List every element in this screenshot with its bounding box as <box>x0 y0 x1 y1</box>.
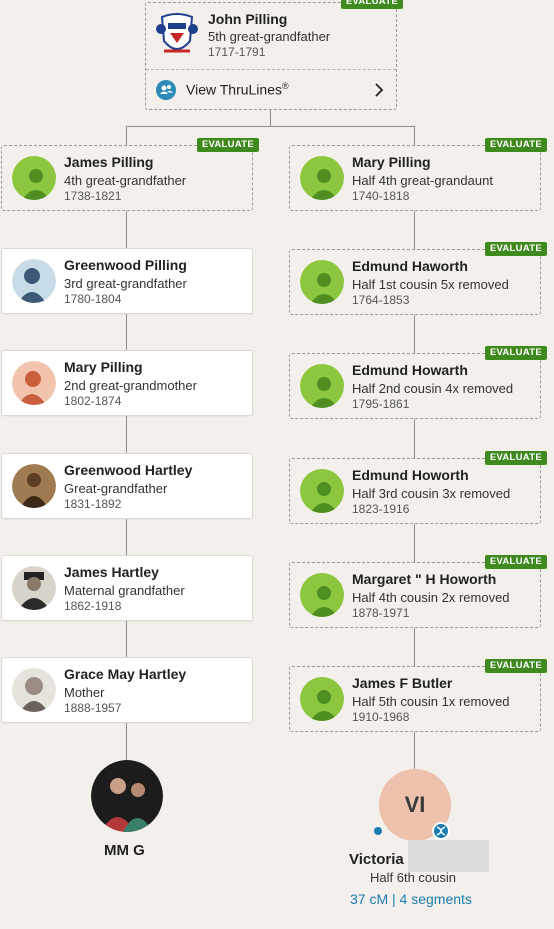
photo-avatar <box>12 464 56 508</box>
female-silhouette-avatar <box>12 361 56 405</box>
connector <box>126 126 127 145</box>
person-name: James Hartley <box>64 564 159 580</box>
thrulines-text: View ThruLines <box>186 81 282 98</box>
registered-mark: ® <box>281 81 289 91</box>
person-years: 1878-1971 <box>352 606 410 620</box>
relative-card[interactable]: EVALUATE Edmund Haworth Half 1st cousin … <box>289 242 547 315</box>
dna-icon <box>432 822 450 840</box>
evaluate-badge[interactable]: EVALUATE <box>484 138 547 152</box>
person-name: Mary Pilling <box>352 154 431 170</box>
relative-card[interactable]: EVALUATE Edmund Howarth Half 2nd cousin … <box>289 346 547 419</box>
ancestor-card[interactable]: Greenwood Hartley Great-grandfather 1831… <box>1 453 253 519</box>
person-name: James Pilling <box>64 154 154 170</box>
person-name: Edmund Howorth <box>352 467 469 483</box>
person-name: Mary Pilling <box>64 359 143 375</box>
evaluate-badge[interactable]: EVALUATE <box>484 555 547 569</box>
person-relationship: 3rd great-grandfather <box>64 276 187 291</box>
person-relationship: Half 4th great-grandaunt <box>352 173 493 188</box>
ancestor-card[interactable]: Grace May Hartley Mother 1888-1957 <box>1 657 253 723</box>
match-relationship: Half 6th cousin <box>370 870 456 885</box>
ancestor-card[interactable]: Mary Pilling 2nd great-grandmother 1802-… <box>1 350 253 416</box>
person-years: 1740-1818 <box>352 189 410 203</box>
redacted-surname <box>408 840 489 872</box>
leaf-hint-icon <box>12 156 56 200</box>
person-years: 1738-1821 <box>64 189 122 203</box>
person-name: James F Butler <box>352 675 453 691</box>
person-years: 1831-1892 <box>64 497 122 511</box>
connector <box>414 126 415 145</box>
person-relationship: Maternal grandfather <box>64 583 185 598</box>
view-thrulines-button[interactable]: View ThruLines® <box>146 70 396 110</box>
leaf-hint-icon <box>300 573 344 617</box>
relative-card[interactable]: EVALUATE Mary Pilling Half 4th great-gra… <box>289 138 547 211</box>
ancestor-card[interactable]: EVALUATE James Pilling 4th great-grandfa… <box>1 138 259 211</box>
person-relationship: Half 3rd cousin 3x removed <box>352 486 511 501</box>
person-relationship: Half 4th cousin 2x removed <box>352 590 510 605</box>
leaf-hint-icon <box>300 156 344 200</box>
person-relationship: Half 5th cousin 1x removed <box>352 694 510 709</box>
person-name: Greenwood Hartley <box>64 462 193 478</box>
evaluate-badge[interactable]: EVALUATE <box>196 138 259 152</box>
person-years: 1780-1804 <box>64 292 122 306</box>
chevron-right-icon <box>372 82 386 98</box>
leaf-hint-icon <box>300 260 344 304</box>
evaluate-badge[interactable]: EVALUATE <box>484 242 547 256</box>
photo-avatar <box>12 668 56 712</box>
connector <box>270 110 271 127</box>
person-years: 1823-1916 <box>352 502 410 516</box>
ancestor-relationship: 5th great-grandfather <box>208 29 331 44</box>
person-years: 1764-1853 <box>352 293 410 307</box>
leaf-hint-icon <box>300 469 344 513</box>
person-name: Edmund Haworth <box>352 258 468 274</box>
leaf-hint-icon <box>300 677 344 721</box>
relative-card[interactable]: EVALUATE Margaret " H Howorth Half 4th c… <box>289 555 547 628</box>
person-name: Margaret " H Howorth <box>352 571 497 587</box>
person-name: Greenwood Pilling <box>64 257 187 273</box>
male-silhouette-avatar <box>12 259 56 303</box>
shared-cm: 37 cM <box>350 891 389 907</box>
person-relationship: Half 1st cousin 5x removed <box>352 277 509 292</box>
person-relationship: 4th great-grandfather <box>64 173 187 188</box>
person-name: Edmund Howarth <box>352 362 468 378</box>
thrulines-label: View ThruLines® <box>186 81 289 98</box>
evaluate-badge[interactable]: EVALUATE <box>484 346 547 360</box>
connector <box>126 126 415 127</box>
people-icon <box>156 80 176 100</box>
self-name: MM G <box>104 842 145 859</box>
person-relationship: Half 2nd cousin 4x removed <box>352 381 514 396</box>
person-relationship: Mother <box>64 685 105 700</box>
status-dot <box>374 827 382 835</box>
coat-of-arms-icon <box>154 11 200 59</box>
ancestor-name: John Pilling <box>208 11 288 27</box>
person-relationship: 2nd great-grandmother <box>64 378 197 393</box>
person-years: 1888-1957 <box>64 701 122 715</box>
relative-card[interactable]: EVALUATE James F Butler Half 5th cousin … <box>289 659 547 732</box>
person-name: Grace May Hartley <box>64 666 187 682</box>
person-years: 1910-1968 <box>352 710 410 724</box>
ancestor-card-top[interactable]: EVALUATE John Pilling 5th great-grandfat… <box>145 0 403 110</box>
ancestor-card[interactable]: James Hartley Maternal grandfather 1862-… <box>1 555 253 621</box>
relative-card[interactable]: EVALUATE Edmund Howorth Half 3rd cousin … <box>289 451 547 524</box>
person-years: 1795-1861 <box>352 397 410 411</box>
evaluate-badge[interactable]: EVALUATE <box>484 451 547 465</box>
separator: | <box>388 891 400 907</box>
ancestor-years: 1717-1791 <box>208 45 266 59</box>
leaf-hint-icon <box>300 364 344 408</box>
shared-segments: 4 segments <box>399 891 472 907</box>
evaluate-badge[interactable]: EVALUATE <box>484 659 547 673</box>
shared-dna-link[interactable]: 37 cM | 4 segments <box>350 891 472 907</box>
person-relationship: Great-grandfather <box>64 481 168 496</box>
person-years: 1862-1918 <box>64 599 122 613</box>
match-name: Victoria <box>349 851 404 868</box>
person-years: 1802-1874 <box>64 394 122 408</box>
photo-avatar <box>12 566 56 610</box>
evaluate-badge[interactable]: EVALUATE <box>340 0 403 9</box>
ancestor-card[interactable]: Greenwood Pilling 3rd great-grandfather … <box>1 248 253 314</box>
self-photo-avatar[interactable] <box>91 760 163 832</box>
match-initials: VI <box>404 792 426 817</box>
